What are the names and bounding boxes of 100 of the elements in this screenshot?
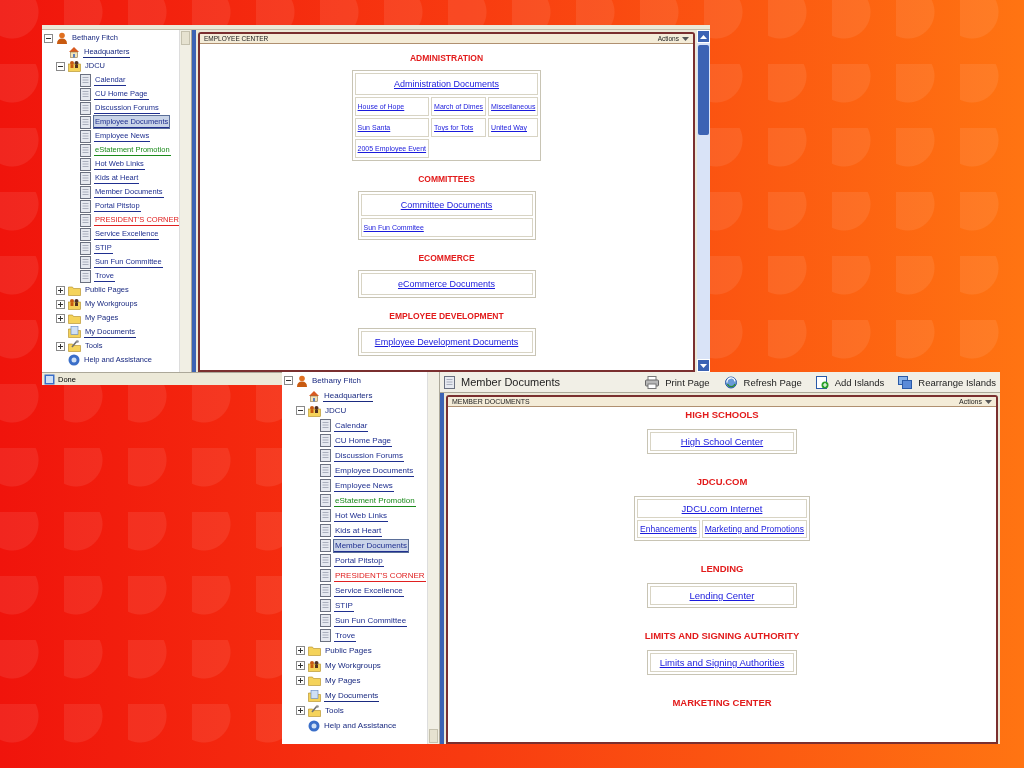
house-icon (68, 46, 80, 58)
section-heading: COMMITTEES (418, 174, 475, 184)
tree-item[interactable]: eStatement Promotion (334, 494, 416, 507)
collapse-icon[interactable] (56, 61, 65, 71)
scrollbar[interactable] (179, 30, 191, 372)
tree-item[interactable]: STIP (334, 599, 354, 612)
add-page-icon (815, 375, 829, 389)
tree-item[interactable]: Member Documents (334, 539, 409, 552)
expand-icon[interactable] (296, 706, 305, 715)
page-icon (320, 554, 331, 567)
tree-item[interactable]: Trove (334, 629, 357, 642)
tree-item[interactable]: Headquarters (323, 389, 374, 402)
document-folder-icon (308, 689, 321, 702)
expand-icon[interactable] (56, 299, 65, 309)
tree-item[interactable]: Kids at Heart (334, 524, 383, 537)
tools-folder-icon (308, 704, 321, 717)
printer-icon (645, 375, 660, 389)
section-heading: ADMINISTRATION (410, 53, 483, 63)
scrollbar[interactable] (697, 30, 710, 372)
page-icon (80, 255, 91, 269)
page-icon (80, 115, 91, 129)
section-heading: JDCU.COM (696, 476, 748, 487)
people-folder-icon (308, 404, 321, 417)
expand-icon[interactable] (296, 661, 305, 670)
up-arrow-icon (700, 34, 707, 39)
folder-icon (308, 675, 321, 686)
tools-folder-icon (68, 340, 81, 352)
section-heading: ECOMMERCE (418, 253, 475, 263)
person-icon (296, 374, 308, 387)
tree-item[interactable]: Calendar (334, 419, 369, 432)
page-icon (444, 375, 455, 389)
scroll-thumb[interactable] (429, 729, 438, 743)
page-icon (80, 87, 91, 101)
document-link[interactable]: Enhancements (640, 524, 697, 534)
tree-item[interactable]: Tools (324, 704, 345, 717)
expand-icon[interactable] (296, 646, 305, 655)
toolbar-button[interactable]: Refresh Page (723, 375, 802, 389)
page-icon (320, 434, 331, 447)
document-link[interactable]: eCommerce Documents (398, 279, 495, 289)
expand-icon[interactable] (56, 313, 65, 323)
document-folder-icon (68, 326, 81, 338)
scroll-thumb[interactable] (698, 45, 709, 135)
tree-item[interactable]: Employee Documents (334, 464, 415, 477)
tree-item[interactable]: Service Excellence (334, 584, 404, 597)
tree-item[interactable]: Sun Fun Committee (334, 614, 408, 627)
page-icon (320, 569, 331, 582)
tree-item[interactable]: My Documents (324, 689, 380, 702)
page-icon (80, 269, 91, 283)
expand-icon[interactable] (296, 676, 305, 685)
page-icon (80, 199, 91, 213)
page-icon (320, 524, 331, 537)
page-icon (320, 419, 331, 432)
page-icon (320, 449, 331, 462)
people-folder-icon (68, 298, 81, 310)
page-icon (80, 241, 91, 255)
document-link[interactable]: Marketing and Promotions (704, 524, 804, 534)
people-folder-icon (68, 60, 81, 72)
section-heading: LENDING (700, 563, 744, 574)
expand-icon[interactable] (56, 285, 65, 295)
person-icon (56, 32, 68, 44)
page-icon (80, 227, 91, 241)
tree-item[interactable]: Discussion Forums (334, 449, 404, 462)
document-link[interactable]: High School Center (680, 436, 764, 447)
tree-item[interactable]: CU Home Page (334, 434, 393, 447)
people-folder-icon (308, 659, 321, 672)
tree-item[interactable]: My Workgroups (324, 659, 382, 672)
tree-item[interactable]: PRESIDENT'S CORNER (334, 569, 426, 582)
toolbar-button[interactable]: Rearrange Islands (898, 375, 996, 389)
document-link[interactable]: Administration Documents (393, 79, 499, 89)
tree-item[interactable]: Bethany Fitch (311, 374, 362, 387)
tree-item[interactable]: Employee News (334, 479, 394, 492)
page-icon (80, 143, 91, 157)
document-link[interactable]: Limits and Signing Authorities (659, 657, 785, 668)
tree-item[interactable]: My Pages (324, 674, 362, 687)
document-link[interactable]: JDCU.com Internet (681, 503, 763, 514)
document-link[interactable]: Committee Documents (400, 200, 493, 210)
tree-item[interactable]: Hot Web Links (334, 509, 388, 522)
help-icon (308, 719, 320, 732)
document-link[interactable]: Lending Center (689, 590, 755, 601)
document-link[interactable]: Employee Development Documents (374, 337, 519, 347)
section-heading: EMPLOYEE DEVELOPMENT (389, 311, 504, 321)
collapse-icon[interactable] (296, 406, 305, 415)
collapse-icon[interactable] (284, 376, 293, 385)
tree-item[interactable]: Help and Assistance (323, 719, 398, 732)
scroll-thumb[interactable] (181, 31, 190, 45)
tree-item[interactable]: Portal Pitstop (334, 554, 384, 567)
page-icon (320, 479, 331, 492)
page-icon (320, 599, 331, 612)
tree-item[interactable]: Public Pages (324, 644, 373, 657)
toolbar-button[interactable]: Add Islands (815, 375, 885, 389)
page-icon (320, 614, 331, 627)
page-icon (80, 129, 91, 143)
page-icon (80, 185, 91, 199)
tree-item[interactable]: JDCU (324, 404, 348, 417)
page-icon (320, 494, 331, 507)
collapse-icon[interactable] (44, 33, 53, 43)
page-icon (80, 73, 91, 87)
scrollbar[interactable] (427, 372, 439, 744)
expand-icon[interactable] (56, 341, 65, 351)
toolbar-button[interactable]: Print Page (645, 375, 710, 389)
